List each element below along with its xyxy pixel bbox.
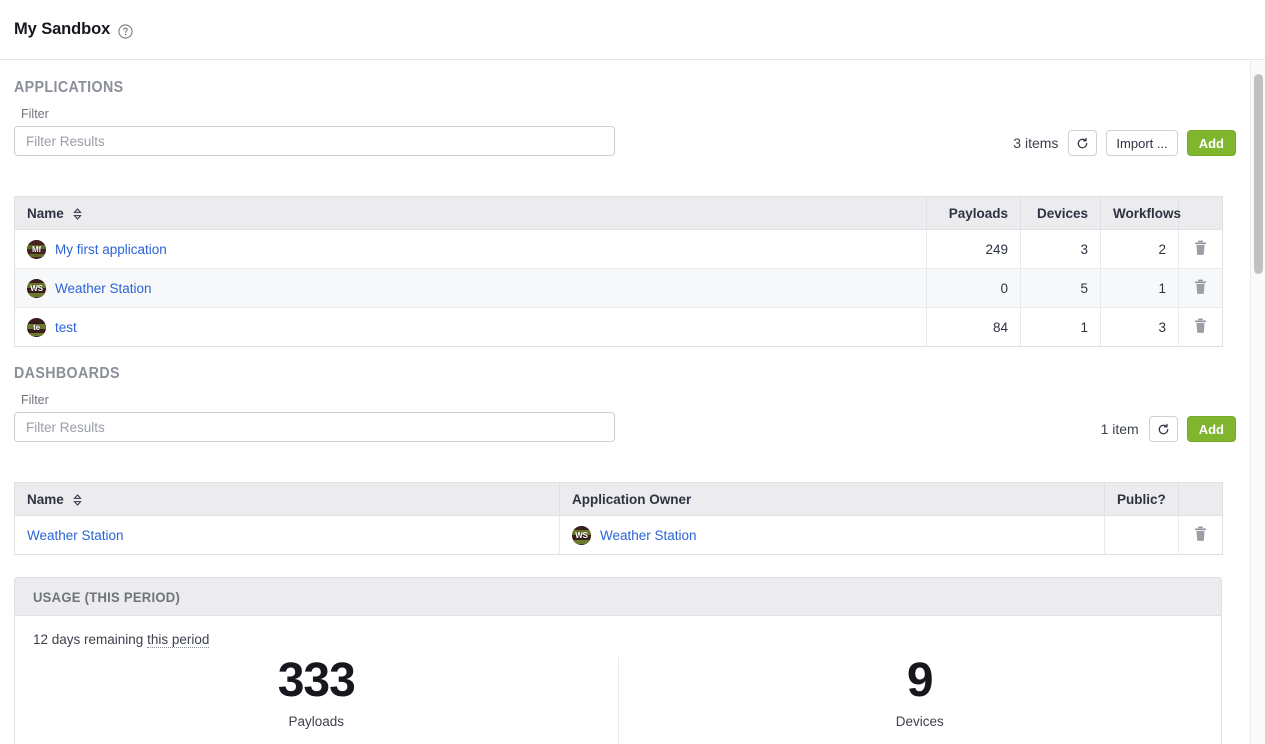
usage-stats-grid: 333 Payloads Limit: 1M 9 Devices bbox=[33, 657, 1203, 744]
applications-row-name-cell: Mf My first application bbox=[14, 229, 927, 269]
application-link[interactable]: test bbox=[55, 320, 77, 335]
applications-row-actions bbox=[1178, 268, 1223, 308]
usage-payloads-value: 333 bbox=[277, 654, 356, 707]
usage-devices-label: Devices bbox=[895, 714, 944, 729]
dashboard-link[interactable]: Weather Station bbox=[27, 528, 124, 543]
usage-panel-header: USAGE (THIS PERIOD) bbox=[15, 578, 1221, 616]
dashboards-col-owner[interactable]: Application Owner bbox=[559, 482, 1105, 516]
sort-chevron-icon[interactable] bbox=[72, 493, 82, 506]
avatar: te bbox=[27, 317, 46, 337]
dashboards-col-actions bbox=[1178, 482, 1223, 516]
table-row[interactable]: WS Weather Station 0 5 1 bbox=[14, 268, 1223, 308]
application-owner-link[interactable]: Weather Station bbox=[600, 528, 697, 543]
usage-payloads-label: Payloads bbox=[288, 714, 345, 729]
usage-panel: USAGE (THIS PERIOD) 12 days remaining th… bbox=[14, 577, 1222, 744]
applications-filter-label: Filter bbox=[21, 107, 49, 121]
days-remaining-prefix: 12 days remaining bbox=[33, 632, 148, 647]
trash-icon[interactable] bbox=[1194, 279, 1207, 294]
table-row[interactable]: te test 84 1 3 bbox=[14, 307, 1223, 347]
dashboards-filter-input[interactable] bbox=[14, 412, 615, 442]
page-header: My Sandbox bbox=[0, 0, 1265, 60]
applications-row-workflows: 2 bbox=[1100, 229, 1179, 269]
applications-col-actions bbox=[1178, 196, 1223, 230]
avatar-initials: te bbox=[33, 322, 40, 332]
applications-col-name[interactable]: Name bbox=[14, 196, 927, 230]
dashboards-row-public bbox=[1104, 515, 1179, 555]
avatar-initials: Mf bbox=[32, 244, 41, 254]
usage-stat-devices: 9 Devices Limit: 10 bbox=[617, 654, 1204, 744]
dashboards-col-name[interactable]: Name bbox=[14, 482, 560, 516]
applications-row-name-cell: WS Weather Station bbox=[14, 268, 927, 308]
trash-icon[interactable] bbox=[1194, 318, 1207, 333]
applications-refresh-button[interactable] bbox=[1068, 130, 1098, 156]
avatar: Mf bbox=[27, 239, 46, 259]
applications-row-workflows: 1 bbox=[1100, 268, 1179, 308]
usage-panel-body: 12 days remaining this period 333 Payloa… bbox=[15, 616, 1221, 744]
dashboards-row-actions bbox=[1179, 516, 1223, 555]
table-row[interactable]: Mf My first application 249 3 2 bbox=[14, 229, 1223, 269]
dashboards-table: Name Application Owner Public? Weather S… bbox=[14, 482, 1223, 555]
applications-row-workflows: 3 bbox=[1100, 307, 1179, 347]
applications-col-devices[interactable]: Devices bbox=[1020, 196, 1101, 230]
dashboards-add-button[interactable]: Add bbox=[1186, 416, 1236, 442]
applications-row-devices: 5 bbox=[1020, 268, 1101, 308]
applications-col-workflows[interactable]: Workflows bbox=[1100, 196, 1181, 230]
applications-toolbar: 3 items Import ... Add bbox=[14, 130, 1236, 190]
page-title: My Sandbox bbox=[14, 20, 111, 38]
applications-row-actions bbox=[1179, 308, 1223, 347]
application-link[interactable]: Weather Station bbox=[55, 281, 152, 296]
dashboards-col-public[interactable]: Public? bbox=[1104, 482, 1179, 516]
dashboards-row-name-cell: Weather Station bbox=[14, 515, 560, 555]
dashboards-filter-label: Filter bbox=[21, 393, 49, 407]
avatar-initials: WS bbox=[575, 530, 588, 540]
applications-row-actions bbox=[1178, 229, 1223, 269]
applications-item-count: 3 items bbox=[1013, 135, 1059, 151]
avatar: WS bbox=[572, 525, 591, 545]
sort-chevron-icon[interactable] bbox=[72, 207, 82, 220]
applications-table-body: Mf My first application 249 3 2 WS Weath… bbox=[14, 229, 1223, 347]
main-scroll-area: APPLICATIONS Filter 3 items Import .. bbox=[0, 61, 1265, 744]
trash-icon[interactable] bbox=[1194, 240, 1207, 255]
vertical-scrollbar-thumb[interactable] bbox=[1254, 74, 1263, 274]
trash-icon[interactable] bbox=[1194, 526, 1207, 541]
refresh-icon bbox=[1076, 137, 1089, 150]
dashboards-table-header-row: Name Application Owner Public? bbox=[14, 482, 1223, 516]
applications-row-devices: 3 bbox=[1020, 229, 1101, 269]
dashboards-col-name-label: Name bbox=[27, 491, 64, 507]
table-row[interactable]: Weather Station WS Weather Station bbox=[14, 515, 1223, 555]
applications-row-devices: 1 bbox=[1020, 307, 1101, 347]
applications-filter-input[interactable] bbox=[14, 126, 615, 156]
applications-section-heading: APPLICATIONS bbox=[14, 79, 124, 96]
dashboards-table-body: Weather Station WS Weather Station bbox=[14, 515, 1223, 555]
dashboards-refresh-button[interactable] bbox=[1148, 416, 1178, 442]
this-period-tooltip-trigger[interactable]: this period bbox=[147, 632, 210, 648]
vertical-scrollbar[interactable] bbox=[1250, 61, 1265, 744]
applications-row-name-cell: te test bbox=[14, 307, 927, 347]
refresh-icon bbox=[1157, 423, 1170, 436]
usage-devices-value: 9 bbox=[906, 654, 934, 707]
help-circle-icon[interactable] bbox=[118, 24, 133, 39]
usage-stat-payloads: 333 Payloads Limit: 1M bbox=[33, 657, 618, 744]
avatar-initials: WS bbox=[30, 283, 43, 293]
applications-row-payloads: 0 bbox=[926, 268, 1021, 308]
dashboards-item-count: 1 item bbox=[1100, 421, 1139, 437]
avatar: WS bbox=[27, 278, 46, 298]
dashboards-row-owner-cell: WS Weather Station bbox=[559, 515, 1105, 555]
applications-table: Name Payloads Devices Workflows Mf My fi… bbox=[14, 196, 1223, 347]
applications-table-header-row: Name Payloads Devices Workflows bbox=[14, 196, 1223, 230]
applications-add-button[interactable]: Add bbox=[1186, 130, 1236, 156]
applications-col-payloads[interactable]: Payloads bbox=[926, 196, 1021, 230]
applications-row-payloads: 249 bbox=[926, 229, 1021, 269]
applications-row-payloads: 84 bbox=[926, 307, 1021, 347]
application-link[interactable]: My first application bbox=[55, 242, 167, 257]
usage-panel-title: USAGE (THIS PERIOD) bbox=[33, 588, 181, 605]
days-remaining-text: 12 days remaining this period bbox=[33, 632, 1203, 648]
page-root: My Sandbox APPLICATIONS Filter 3 items bbox=[0, 0, 1265, 744]
dashboards-section-heading: DASHBOARDS bbox=[14, 365, 120, 382]
applications-col-name-label: Name bbox=[27, 205, 64, 221]
dashboards-toolbar: 1 item Add bbox=[14, 416, 1236, 476]
applications-import-button[interactable]: Import ... bbox=[1106, 130, 1178, 156]
